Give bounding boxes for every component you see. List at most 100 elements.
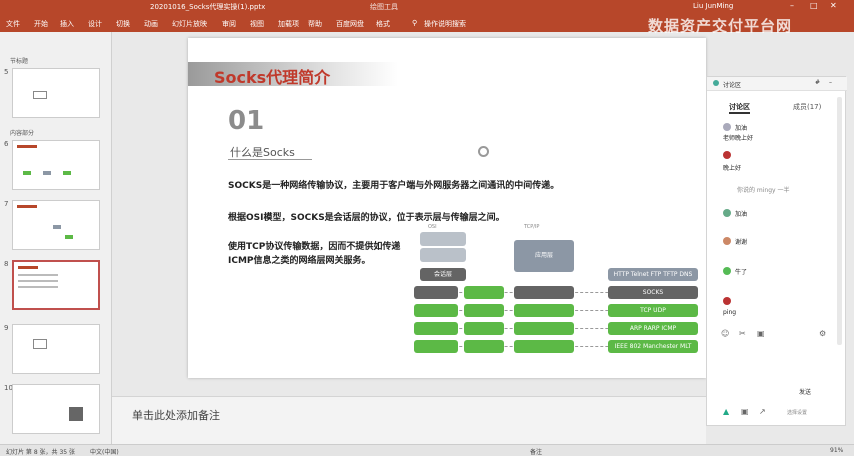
slide-subtitle[interactable]: 什么是Socks — [230, 144, 295, 160]
subtitle-underline — [228, 159, 312, 160]
section-number[interactable]: 01 — [228, 106, 264, 136]
osi-layer-box[interactable] — [464, 322, 504, 335]
chat-message: 谢谢 — [735, 239, 748, 246]
language-indicator[interactable]: 中文(中国) — [90, 447, 119, 456]
osi-layer-box[interactable] — [464, 304, 504, 317]
tell-me-search[interactable]: 操作说明搜索 — [424, 19, 466, 29]
context-tab-label: 绘图工具 — [370, 3, 398, 11]
tab-file[interactable]: 文件 — [6, 19, 20, 29]
window-filename: 20201016_Socks代理实操(1).pptx — [150, 3, 266, 11]
protocols-app-box[interactable]: HTTP Telnet FTP TFTP DNS — [608, 268, 698, 281]
slide-thumbnail[interactable] — [12, 68, 100, 118]
slide-thumbnail[interactable] — [12, 384, 100, 434]
notes-toggle-button[interactable]: 备注 — [530, 447, 542, 456]
tcpip-layer-box[interactable] — [514, 340, 574, 353]
close-icon[interactable]: ✕ — [830, 1, 837, 10]
osi-layer-box[interactable] — [464, 340, 504, 353]
slide-thumbnail-pane[interactable]: 节标题 5 内容部分 6 7 8 9 10 — [0, 32, 112, 444]
slide-number: 8 — [4, 260, 9, 268]
watermark: 数据资产交付平台网 — [648, 17, 793, 35]
zoom-level[interactable]: 91% — [830, 447, 843, 454]
application-layer-box[interactable]: 应用层 — [514, 240, 574, 272]
tcpip-layer-box[interactable] — [514, 322, 574, 335]
chat-scrollbar[interactable] — [837, 97, 842, 345]
tab-transitions[interactable]: 切换 — [116, 19, 130, 29]
chat-message: 你说的 mingy 一半 — [737, 187, 790, 194]
camera-icon[interactable]: ▣ — [741, 407, 749, 416]
paragraph-1[interactable]: SOCKS是一种网络传输协议，主要用于客户端与外网服务器之间通讯的中间传递。 — [228, 178, 559, 191]
slide-title[interactable]: Socks代理简介 — [214, 64, 330, 88]
scissors-icon[interactable]: ✂ — [739, 329, 746, 338]
osi-layer-box[interactable] — [420, 248, 466, 262]
tcpip-layer-box[interactable] — [514, 286, 574, 299]
minimize-icon[interactable]: – — [790, 1, 794, 10]
tcpip-layer-box[interactable] — [514, 304, 574, 317]
physical-row-box[interactable]: IEEE 802 Manchester MLT — [608, 340, 698, 353]
pin-icon[interactable]: # — [815, 79, 820, 86]
osi-layer-box[interactable] — [414, 286, 458, 299]
avatar — [723, 237, 731, 245]
settings-icon[interactable]: ⚙ — [819, 329, 826, 338]
slide-thumbnail[interactable] — [12, 200, 100, 250]
tab-discussion[interactable]: 讨论区 — [729, 102, 750, 114]
slide-thumbnail[interactable] — [12, 324, 100, 374]
send-button[interactable]: 发送 — [799, 387, 811, 396]
osi-layer-box[interactable] — [414, 340, 458, 353]
tab-addins[interactable]: 加载项 — [278, 19, 299, 29]
tab-help[interactable]: 帮助 — [308, 19, 322, 29]
paragraph-2[interactable]: 根据OSI模型，SOCKS是会话层的协议，位于表示层与传输层之间。 — [228, 210, 505, 223]
share-icon[interactable]: ↗ — [759, 407, 766, 416]
osi-layer-box[interactable] — [414, 304, 458, 317]
slide-thumbnail[interactable] — [12, 140, 100, 190]
slide-number: 7 — [4, 200, 9, 208]
notes-placeholder[interactable]: 单击此处添加备注 — [132, 407, 220, 423]
maximize-icon[interactable]: □ — [810, 1, 818, 10]
chat-app-icon — [713, 80, 719, 86]
user-name[interactable]: Liu JunMing — [693, 2, 733, 10]
osi-layer-box[interactable] — [464, 286, 504, 299]
avatar — [723, 209, 731, 217]
status-bar: 幻灯片 第 8 张，共 35 张 中文(中国) 备注 91% — [0, 444, 854, 456]
footer-settings-link[interactable]: 选择设置 — [787, 409, 807, 416]
mic-icon[interactable]: ▲ — [723, 407, 729, 416]
avatar — [723, 123, 731, 131]
search-icon[interactable]: ⚲ — [412, 19, 417, 27]
tab-insert[interactable]: 插入 — [60, 19, 74, 29]
tcp-udp-box[interactable]: TCP UDP — [608, 304, 698, 317]
tab-format[interactable]: 格式 — [376, 19, 390, 29]
tab-animations[interactable]: 动画 — [144, 19, 158, 29]
slide-number: 5 — [4, 68, 9, 76]
tab-design[interactable]: 设计 — [88, 19, 102, 29]
diagram-label: TCP/IP — [524, 224, 540, 230]
arp-icmp-box[interactable]: ARP RARP ICMP — [608, 322, 698, 335]
avatar — [723, 297, 731, 305]
paragraph-3[interactable]: 使用TCP协议传输数据，因而不提供如传递 ICMP信息之类的网络层网关服务。 — [228, 240, 414, 268]
chat-message: 加油 — [735, 211, 748, 218]
chat-minimize-icon[interactable]: – — [829, 79, 832, 86]
chat-header-title: 讨论区 — [723, 82, 742, 89]
tab-view[interactable]: 视图 — [250, 19, 264, 29]
slide-canvas[interactable]: Socks代理简介 01 什么是Socks SOCKS是一种网络传输协议，主要用… — [188, 38, 706, 378]
title-bar: 20201016_Socks代理实操(1).pptx 绘图工具 Liu JunM… — [0, 0, 854, 14]
rotate-handle-icon[interactable] — [478, 146, 489, 157]
tab-slideshow[interactable]: 幻灯片放映 — [172, 19, 207, 29]
chat-message: 牛了 — [735, 269, 748, 276]
chat-message: ping — [723, 309, 737, 316]
osi-layer-box[interactable] — [420, 232, 466, 246]
tab-review[interactable]: 审阅 — [222, 19, 236, 29]
slide-thumbnail-active[interactable] — [12, 260, 100, 310]
tab-members[interactable]: 成员(17) — [793, 102, 821, 112]
session-layer-box[interactable]: 会话层 — [420, 268, 466, 281]
slide-number: 9 — [4, 324, 9, 332]
tab-baidu[interactable]: 百度网盘 — [336, 19, 364, 29]
chat-message: 老师晚上好 — [723, 135, 754, 142]
section-header[interactable]: 节标题 — [10, 56, 28, 65]
tab-home[interactable]: 开始 — [34, 19, 48, 29]
chat-message: 加油 — [735, 125, 748, 132]
emoji-icon[interactable]: ☺ — [721, 329, 729, 338]
osi-layer-box[interactable] — [414, 322, 458, 335]
image-icon[interactable]: ▣ — [757, 329, 765, 338]
section-header[interactable]: 内容部分 — [10, 128, 34, 137]
notes-pane[interactable]: 单击此处添加备注 — [112, 396, 706, 444]
socks-row-box[interactable]: SOCKS — [608, 286, 698, 299]
